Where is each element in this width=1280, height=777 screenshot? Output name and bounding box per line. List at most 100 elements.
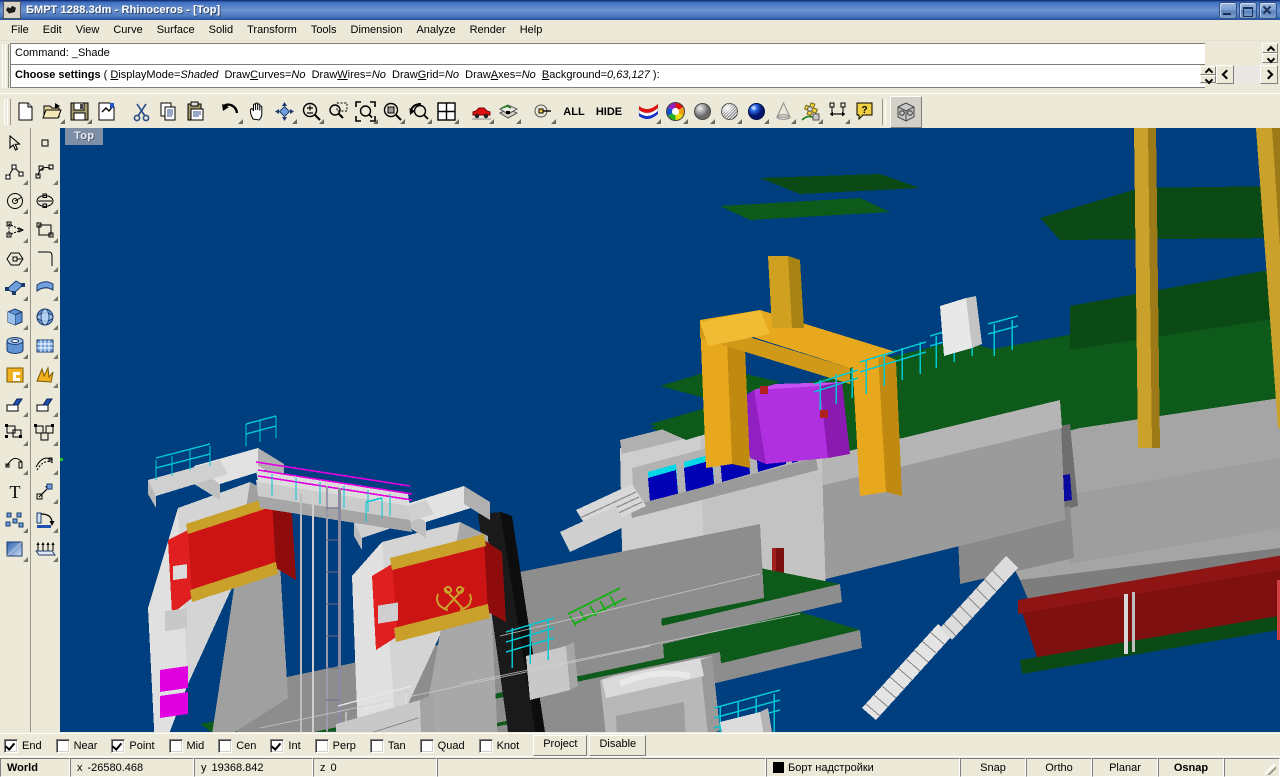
- dimension-icon[interactable]: [824, 98, 851, 125]
- zoom-selected-icon[interactable]: [379, 98, 406, 125]
- four-view-icon[interactable]: [433, 98, 460, 125]
- osnap-quad[interactable]: Quad: [419, 738, 465, 753]
- layers-icon[interactable]: [495, 98, 522, 125]
- box-solid-icon[interactable]: [1, 302, 29, 331]
- mesh-icon[interactable]: [31, 331, 59, 360]
- status-resize-grip[interactable]: [1224, 758, 1280, 777]
- command-history-scroll-arrows[interactable]: [1262, 43, 1278, 63]
- command-area-grip[interactable]: [2, 44, 9, 88]
- shaded-3d-model[interactable]: z y x: [60, 128, 1280, 732]
- render-car-icon[interactable]: [468, 98, 495, 125]
- menu-surface[interactable]: Surface: [150, 22, 202, 38]
- menu-analyze[interactable]: Analyze: [409, 22, 462, 38]
- osnap-int[interactable]: Int: [270, 738, 301, 753]
- arc-fillet-icon[interactable]: [31, 244, 59, 273]
- extrude-icon[interactable]: [31, 534, 59, 563]
- shaded-sphere-icon[interactable]: [689, 98, 716, 125]
- osnap-mid[interactable]: Mid: [168, 738, 204, 753]
- checkbox-end[interactable]: [4, 738, 18, 753]
- menu-render[interactable]: Render: [463, 22, 513, 38]
- osnap-disable-button[interactable]: Disable: [589, 735, 647, 756]
- scroll-right-icon[interactable]: [1260, 65, 1278, 84]
- cplane-cube-icon[interactable]: [890, 95, 922, 128]
- resize-grip-icon[interactable]: [1264, 763, 1278, 777]
- prompt-option-background[interactable]: Background=0,63,127: [542, 69, 650, 81]
- scrollbar-track[interactable]: [1234, 66, 1260, 83]
- rotate-object-icon[interactable]: [31, 505, 59, 534]
- checkbox-perp[interactable]: [314, 738, 329, 753]
- zoom-window-icon[interactable]: [325, 98, 352, 125]
- boolean-icon[interactable]: [1, 360, 29, 389]
- pan-hand-icon[interactable]: [244, 98, 271, 125]
- viewport-title[interactable]: Top: [65, 128, 104, 145]
- zoom-extents-icon[interactable]: [352, 98, 379, 125]
- point-icon[interactable]: [31, 128, 59, 157]
- rhino-logo-icon[interactable]: [3, 1, 21, 19]
- surface-patch-icon[interactable]: [31, 273, 59, 302]
- curve-from-object-icon[interactable]: [1, 447, 29, 476]
- chamfer-corner-icon[interactable]: [31, 389, 59, 418]
- rotate-view-icon[interactable]: [271, 98, 298, 125]
- select-arrow-icon[interactable]: [1, 128, 29, 157]
- sphere-solid-icon[interactable]: [31, 302, 59, 331]
- zoom-in-out-icon[interactable]: [298, 98, 325, 125]
- prompt-option-displaymode[interactable]: DisplayMode=Shaded: [110, 69, 218, 81]
- osnap-tan[interactable]: Tan: [369, 738, 406, 753]
- prompt-option-drawgrid[interactable]: DrawGrid=No: [392, 69, 459, 81]
- osnap-near[interactable]: Near: [55, 738, 97, 753]
- offset-curve-icon[interactable]: [31, 447, 59, 476]
- menu-solid[interactable]: Solid: [202, 22, 240, 38]
- toolbar-grip[interactable]: [4, 98, 11, 125]
- menu-tools[interactable]: Tools: [304, 22, 344, 38]
- hide-button[interactable]: HIDE: [591, 98, 627, 125]
- wireframe-cone-icon[interactable]: [770, 98, 797, 125]
- menu-transform[interactable]: Transform: [240, 22, 304, 38]
- prompt-spinner[interactable]: [1200, 66, 1216, 83]
- open-file-icon[interactable]: [39, 98, 66, 125]
- select-point-icon[interactable]: [530, 98, 557, 125]
- osnap-cen[interactable]: Cen: [218, 738, 256, 753]
- leader-dimension-icon[interactable]: [31, 476, 59, 505]
- gradient-fill-icon[interactable]: [1, 534, 29, 563]
- toggle-planar[interactable]: Planar: [1092, 758, 1158, 777]
- command-scrollbar[interactable]: [1200, 65, 1278, 84]
- ellipse-icon[interactable]: [31, 186, 59, 215]
- spinner-up-icon[interactable]: [1200, 66, 1216, 75]
- hexagon-icon[interactable]: [1, 244, 29, 273]
- array-icon[interactable]: [1, 418, 29, 447]
- menu-dimension[interactable]: Dimension: [344, 22, 410, 38]
- checkbox-quad[interactable]: [419, 738, 434, 753]
- point-cloud-icon[interactable]: [1, 505, 29, 534]
- close-icon[interactable]: [1259, 2, 1277, 19]
- osnap-project-button[interactable]: Project: [533, 735, 588, 756]
- osnap-knot[interactable]: Knot: [478, 738, 519, 753]
- prompt-option-drawcurves[interactable]: DrawCurves=No: [224, 69, 305, 81]
- control-point-curve-icon[interactable]: [31, 157, 59, 186]
- scroll-up-icon[interactable]: [1262, 43, 1278, 53]
- array-polar-icon[interactable]: [31, 418, 59, 447]
- osnap-point[interactable]: Point: [111, 738, 155, 753]
- checkbox-int[interactable]: [270, 738, 285, 753]
- zoom-previous-icon[interactable]: [406, 98, 433, 125]
- current-layer[interactable]: Борт надстройки: [766, 758, 960, 777]
- toggle-ortho[interactable]: Ortho: [1026, 758, 1092, 777]
- rendered-sphere-icon[interactable]: [743, 98, 770, 125]
- checkbox-near[interactable]: [55, 738, 70, 753]
- polyline-icon[interactable]: [1, 157, 29, 186]
- menu-curve[interactable]: Curve: [106, 22, 149, 38]
- menu-edit[interactable]: Edit: [36, 22, 69, 38]
- surface-loft-icon[interactable]: [635, 98, 662, 125]
- restore-icon[interactable]: [1239, 2, 1257, 19]
- checkbox-tan[interactable]: [369, 738, 384, 753]
- toggle-osnap[interactable]: Osnap: [1158, 758, 1224, 777]
- minimize-icon[interactable]: [1219, 2, 1237, 19]
- osnap-end[interactable]: End: [4, 738, 42, 753]
- cylinder-icon[interactable]: [1, 331, 29, 360]
- undo-arrow-icon[interactable]: [217, 98, 244, 125]
- checkbox-cen[interactable]: [218, 738, 233, 753]
- fillet-corner-icon[interactable]: [1, 389, 29, 418]
- options-gear-icon[interactable]: [797, 98, 824, 125]
- paste-icon[interactable]: [182, 98, 209, 125]
- menu-help[interactable]: Help: [513, 22, 550, 38]
- color-wheel-icon[interactable]: [662, 98, 689, 125]
